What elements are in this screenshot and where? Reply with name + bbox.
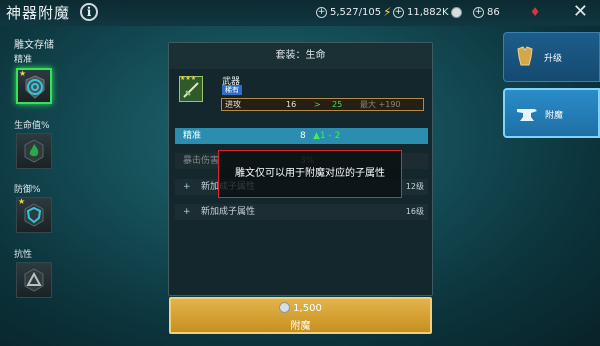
add-stamina-button[interactable]: + [316,6,327,18]
flame-icon [24,139,44,163]
group-label-accuracy: 精准 [14,55,33,65]
triangle-icon [24,268,44,292]
stamina-value: 5,527/105 [330,6,382,18]
enchant-cost-value: 1,500 [293,303,322,314]
attack-label: 进攻 [225,100,241,109]
set-title: 套装：生命 [169,43,432,69]
gem-resource: + 86 ♦ [473,4,541,20]
tab-enchant[interactable]: 附魔 [503,88,600,138]
glyph-accuracy[interactable]: ★ [16,68,52,104]
enchant-button[interactable]: 1,500 附魔 [169,297,432,334]
target-icon [25,75,45,99]
sidebar-title: 雕文存储 [14,40,54,51]
rarity-badge: 稀有 [222,85,242,95]
group-label-resistance: 抗性 [14,250,33,260]
hint-tooltip: 雕文仅可以用于附魔对应的子属性 [218,150,402,198]
top-bar: 神器附魔 i + 5,527/105 ⚡ + 11,882K + 86 ♦ ✕ [0,0,600,26]
unlock-level: 16级 [405,207,424,216]
substat-name: 暴击伤害 [183,156,220,166]
add-silver-button[interactable]: + [393,6,404,18]
shield-icon [24,203,44,227]
tab-enchant-label: 附魔 [545,111,564,121]
anvil-icon [517,109,537,121]
glyph-storage-sidebar: 雕文存储 精准 ★ 生命值% 防御% ★ 抗性 [8,30,148,340]
add-gem-button[interactable]: + [473,6,484,18]
substat-row-accuracy[interactable]: 精准 8 ▲1 - 2 [175,128,428,144]
silver-resource: + 11,882K [393,4,465,20]
gem-value: 86 [487,6,500,18]
add-substat-label: 新加成子属性 [201,207,256,217]
attack-max: 最大 +190 [360,100,401,109]
stamina-resource: + 5,527/105 ⚡ [316,4,392,20]
tab-upgrade[interactable]: 升级 [503,32,600,82]
unlock-level: 12级 [405,182,424,191]
silver-coin-icon [450,5,465,19]
ruby-gem-icon: ♦ [529,5,541,19]
plus-icon: + [183,207,191,217]
substat-bonus: ▲1 - 2 [313,131,341,141]
group-label-hp: 生命值% [14,121,50,131]
substat-name: 精准 [183,131,202,141]
attack-next: 25 [332,100,343,109]
enchant-cost: 1,500 [171,302,430,314]
attack-current: 16 [286,100,297,109]
glyph-resistance[interactable] [16,262,52,298]
sword-icon [183,82,199,98]
armor-icon [517,46,533,66]
add-substat-row[interactable]: + 新加成子属性 16级 [175,204,428,220]
page-title: 神器附魔 [6,4,71,22]
substat-value: 8 [300,131,306,141]
group-label-defense: 防御% [14,185,41,195]
plus-icon: + [183,182,191,192]
attack-stat-row: 进攻 16 > 25 最大 +190 [221,98,424,111]
glyph-defense[interactable]: ★ [16,197,52,233]
glyph-hp[interactable] [16,133,52,169]
silver-coin-icon [279,302,291,313]
lightning-icon: ⚡ [383,5,392,19]
silver-value: 11,882K [407,6,449,18]
tab-upgrade-label: 升级 [544,54,563,64]
enchant-label: 附魔 [290,321,311,332]
close-button[interactable]: ✕ [573,1,588,22]
arrow-right-icon: > [314,100,321,109]
info-icon[interactable]: i [80,3,98,21]
weapon-item-icon[interactable]: ★★★ [179,75,203,102]
